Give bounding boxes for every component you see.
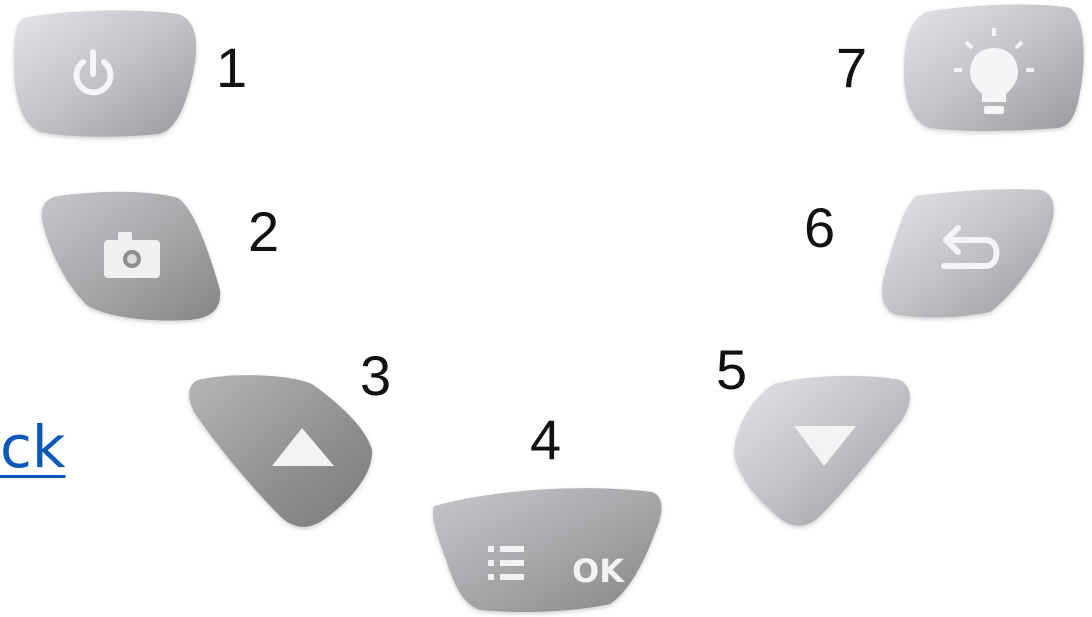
- back-button[interactable]: [881, 189, 1054, 318]
- label-5: 5: [716, 338, 748, 401]
- ok-label: OK: [572, 552, 625, 590]
- label-1: 1: [216, 36, 248, 99]
- button-diagram: OK: [14, 4, 1084, 612]
- label-2: 2: [248, 200, 280, 263]
- label-4: 4: [530, 408, 562, 471]
- up-button[interactable]: [189, 375, 373, 527]
- link-text[interactable]: ck: [0, 418, 65, 476]
- label-7: 7: [836, 36, 868, 99]
- menu-ok-button[interactable]: [432, 488, 662, 612]
- label-3: 3: [360, 344, 392, 407]
- menu-list-icon: [488, 546, 524, 580]
- power-button[interactable]: [14, 10, 197, 137]
- label-6: 6: [804, 196, 836, 259]
